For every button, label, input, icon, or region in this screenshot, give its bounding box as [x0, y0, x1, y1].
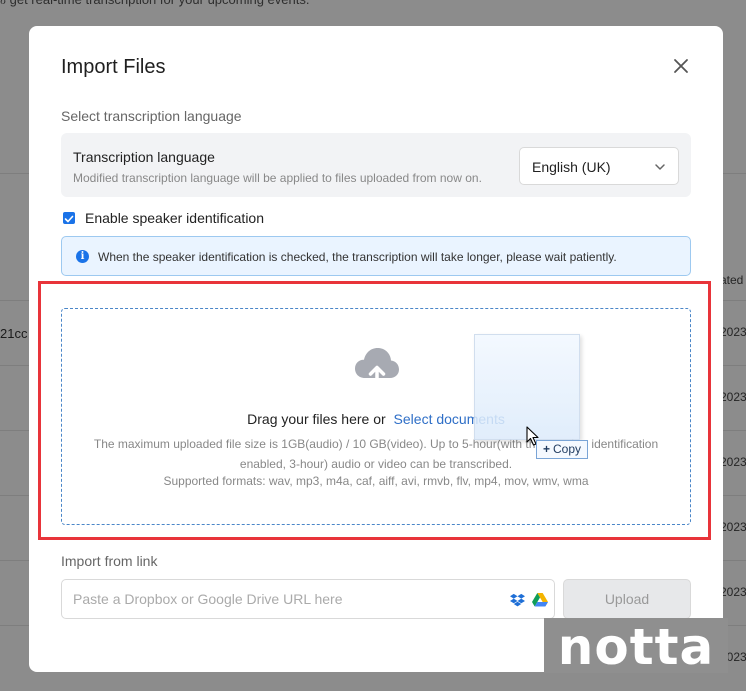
link-url-input[interactable]: [62, 580, 502, 618]
upload-button[interactable]: Upload: [563, 579, 691, 619]
drag-copy-tooltip: + Copy: [536, 440, 589, 459]
dropzone-drag-text: Drag your files here or: [247, 411, 386, 427]
drag-copy-label: Copy: [553, 442, 582, 456]
info-banner-text: When the speaker identification is check…: [98, 250, 617, 264]
plus-icon: +: [543, 442, 551, 456]
google-drive-icon[interactable]: [532, 593, 548, 607]
language-dropdown[interactable]: English (UK): [519, 147, 679, 185]
cloud-upload-icon: [355, 348, 399, 388]
speaker-identification-label: Enable speaker identification: [85, 210, 265, 226]
info-icon: i: [76, 250, 89, 263]
dropzone-supported-formats: Supported formats: wav, mp3, m4a, caf, a…: [163, 474, 589, 488]
dragged-file-preview: [474, 334, 580, 440]
speaker-identification-toggle[interactable]: Enable speaker identification: [63, 210, 264, 226]
chevron-down-icon: [655, 164, 665, 170]
dropzone-instruction: Drag your files here or Select documents: [62, 411, 690, 427]
check-icon: [64, 215, 74, 223]
file-dropzone[interactable]: Drag your files here or Select documents…: [61, 308, 691, 525]
close-icon[interactable]: [671, 56, 691, 76]
modal-title: Import Files: [61, 56, 166, 78]
dropbox-icon[interactable]: [510, 593, 525, 607]
language-dropdown-value: English (UK): [532, 159, 611, 175]
language-settings-panel: Transcription language Modified transcri…: [61, 133, 691, 197]
language-section-label: Select transcription language: [61, 108, 242, 124]
notta-logo-mark: notta: [558, 618, 715, 676]
notta-watermark-text: notta: [558, 618, 715, 673]
language-setting-title: Transcription language: [73, 149, 215, 165]
import-link-label: Import from link: [61, 553, 158, 569]
speaker-identification-checkbox[interactable]: [63, 212, 75, 224]
info-banner: i When the speaker identification is che…: [61, 236, 691, 276]
notta-watermark-logo: notta: [544, 618, 728, 676]
language-setting-description: Modified transcription language will be …: [73, 171, 482, 185]
link-input-field[interactable]: [61, 579, 555, 619]
